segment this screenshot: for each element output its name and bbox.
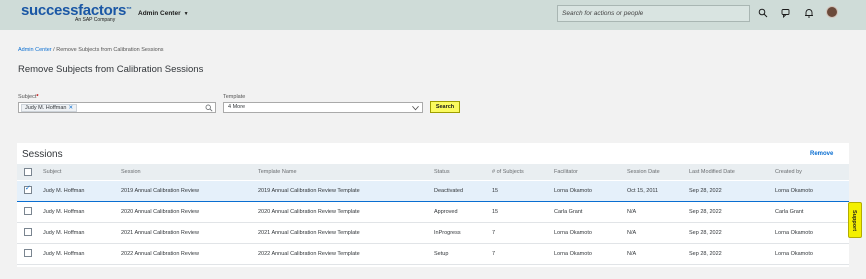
cell-created-by: Lorna Okamoto: [775, 230, 813, 236]
page-title: Remove Subjects from Calibration Session…: [18, 64, 204, 75]
column-header-subject-count[interactable]: # of Subjects: [492, 169, 524, 175]
table-row[interactable]: Judy M. Hoffman 2022 Annual Calibration …: [17, 244, 849, 265]
cell-template-name: 2021 Annual Calibration Review Template: [258, 230, 360, 236]
subject-token-label: Judy M. Hoffman: [25, 105, 67, 111]
cell-facilitator: Lorna Okamoto: [554, 188, 592, 194]
cell-last-modified: Sep 28, 2022: [689, 209, 722, 215]
chevron-down-icon: [412, 105, 419, 111]
cell-subject-count: 7: [492, 251, 496, 257]
checkmark-icon: ✓: [25, 185, 31, 192]
cell-status: Setup: [434, 251, 449, 257]
value-help-search-icon[interactable]: [205, 104, 213, 112]
column-header-subject[interactable]: Subject: [43, 169, 61, 175]
subject-token[interactable]: Judy M. Hoffman ✕: [21, 104, 78, 112]
table-row[interactable]: Judy M. Hoffman 2020 Annual Calibration …: [17, 202, 849, 223]
successfactors-logo[interactable]: successfactors™ An SAP Company: [21, 3, 132, 23]
cell-subject: Judy M. Hoffman: [43, 251, 85, 257]
cell-session: 2021 Annual Calibration Review: [121, 230, 199, 236]
cell-created-by: Carla Grant: [775, 209, 804, 215]
row-checkbox[interactable]: ✓: [24, 185, 32, 194]
remove-button[interactable]: Remove: [810, 151, 833, 157]
cell-template-name: 2022 Annual Calibration Review Template: [258, 251, 360, 257]
cell-last-modified: Sep 28, 2022: [689, 188, 722, 194]
column-header-last-modified[interactable]: Last Modified Date: [689, 169, 735, 175]
column-header-facilitator[interactable]: Facilitator: [554, 169, 578, 175]
column-header-session[interactable]: Session: [121, 169, 141, 175]
row-checkbox[interactable]: [24, 207, 32, 215]
subject-field[interactable]: Judy M. Hoffman ✕: [18, 102, 216, 113]
column-header-created-by[interactable]: Created by: [775, 169, 802, 175]
template-value: 4 More: [228, 104, 246, 110]
logo-trademark: ™: [126, 7, 132, 13]
admin-center-menu[interactable]: Admin Center ▼: [138, 10, 189, 17]
cell-status: Approved: [434, 209, 458, 215]
required-marker: *: [36, 94, 39, 100]
select-all-checkbox[interactable]: [24, 168, 32, 176]
breadcrumb-admin-center-link[interactable]: Admin Center: [18, 47, 52, 53]
cell-template-name: 2020 Annual Calibration Review Template: [258, 209, 360, 215]
notifications-icon[interactable]: [804, 8, 814, 18]
cell-subject-count: 15: [492, 209, 499, 215]
cell-status: InProgress: [434, 230, 461, 236]
cell-facilitator: Lorna Okamoto: [554, 251, 592, 257]
support-tab-label: Support: [851, 210, 857, 232]
search-button[interactable]: Search: [430, 101, 460, 113]
cell-session-date: Oct 15, 2011: [627, 188, 659, 194]
global-search-input[interactable]: Search for actions or people: [557, 5, 750, 22]
cell-session: 2019 Annual Calibration Review: [121, 188, 199, 194]
breadcrumb-current: Remove Subjects from Calibration Session…: [56, 47, 164, 53]
cell-subject-count: 15: [492, 188, 499, 194]
logo-subtitle: An SAP Company: [75, 17, 116, 23]
table-row[interactable]: Judy M. Hoffman 2021 Annual Calibration …: [17, 223, 849, 244]
remove-token-icon[interactable]: ✕: [68, 105, 73, 111]
cell-last-modified: Sep 28, 2022: [689, 230, 722, 236]
cell-status: Deactivated: [434, 188, 464, 194]
cell-session: 2020 Annual Calibration Review: [121, 209, 199, 215]
column-header-template-name[interactable]: Template Name: [258, 169, 297, 175]
admin-center-label: Admin Center: [138, 10, 181, 17]
cell-facilitator: Carla Grant: [554, 209, 583, 215]
template-select[interactable]: 4 More: [223, 102, 423, 113]
subject-label: Subject*: [18, 94, 39, 100]
sessions-title: Sessions: [22, 149, 63, 160]
user-avatar[interactable]: [826, 6, 838, 18]
support-tab[interactable]: Support: [848, 202, 862, 238]
shell-header: successfactors™ An SAP Company Admin Cen…: [0, 0, 866, 30]
cell-created-by: Lorna Okamoto: [775, 188, 813, 194]
row-checkbox[interactable]: [24, 228, 32, 236]
cell-subject: Judy M. Hoffman: [43, 209, 85, 215]
cell-subject: Judy M. Hoffman: [43, 188, 85, 194]
cell-created-by: Lorna Okamoto: [775, 251, 813, 257]
table-row[interactable]: ✓ Judy M. Hoffman 2019 Annual Calibratio…: [17, 181, 849, 202]
cell-template-name: 2019 Annual Calibration Review Template: [258, 188, 360, 194]
caret-down-icon: ▼: [183, 11, 189, 17]
cell-session-date: N/A: [627, 230, 637, 236]
cell-session-date: N/A: [627, 251, 637, 257]
column-header-session-date[interactable]: Session Date: [627, 169, 660, 175]
breadcrumb: Admin Center / Remove Subjects from Cali…: [18, 47, 164, 53]
column-header-status[interactable]: Status: [434, 169, 450, 175]
cell-facilitator: Lorna Okamoto: [554, 230, 592, 236]
cell-session: 2022 Annual Calibration Review: [121, 251, 199, 257]
search-icon[interactable]: [758, 8, 768, 18]
cell-last-modified: Sep 28, 2022: [689, 251, 722, 257]
row-checkbox[interactable]: [24, 249, 32, 257]
cell-subject: Judy M. Hoffman: [43, 230, 85, 236]
cell-session-date: N/A: [627, 209, 637, 215]
cell-subject-count: 7: [492, 230, 496, 236]
chat-icon[interactable]: [781, 8, 791, 18]
template-label: Template: [223, 94, 246, 100]
